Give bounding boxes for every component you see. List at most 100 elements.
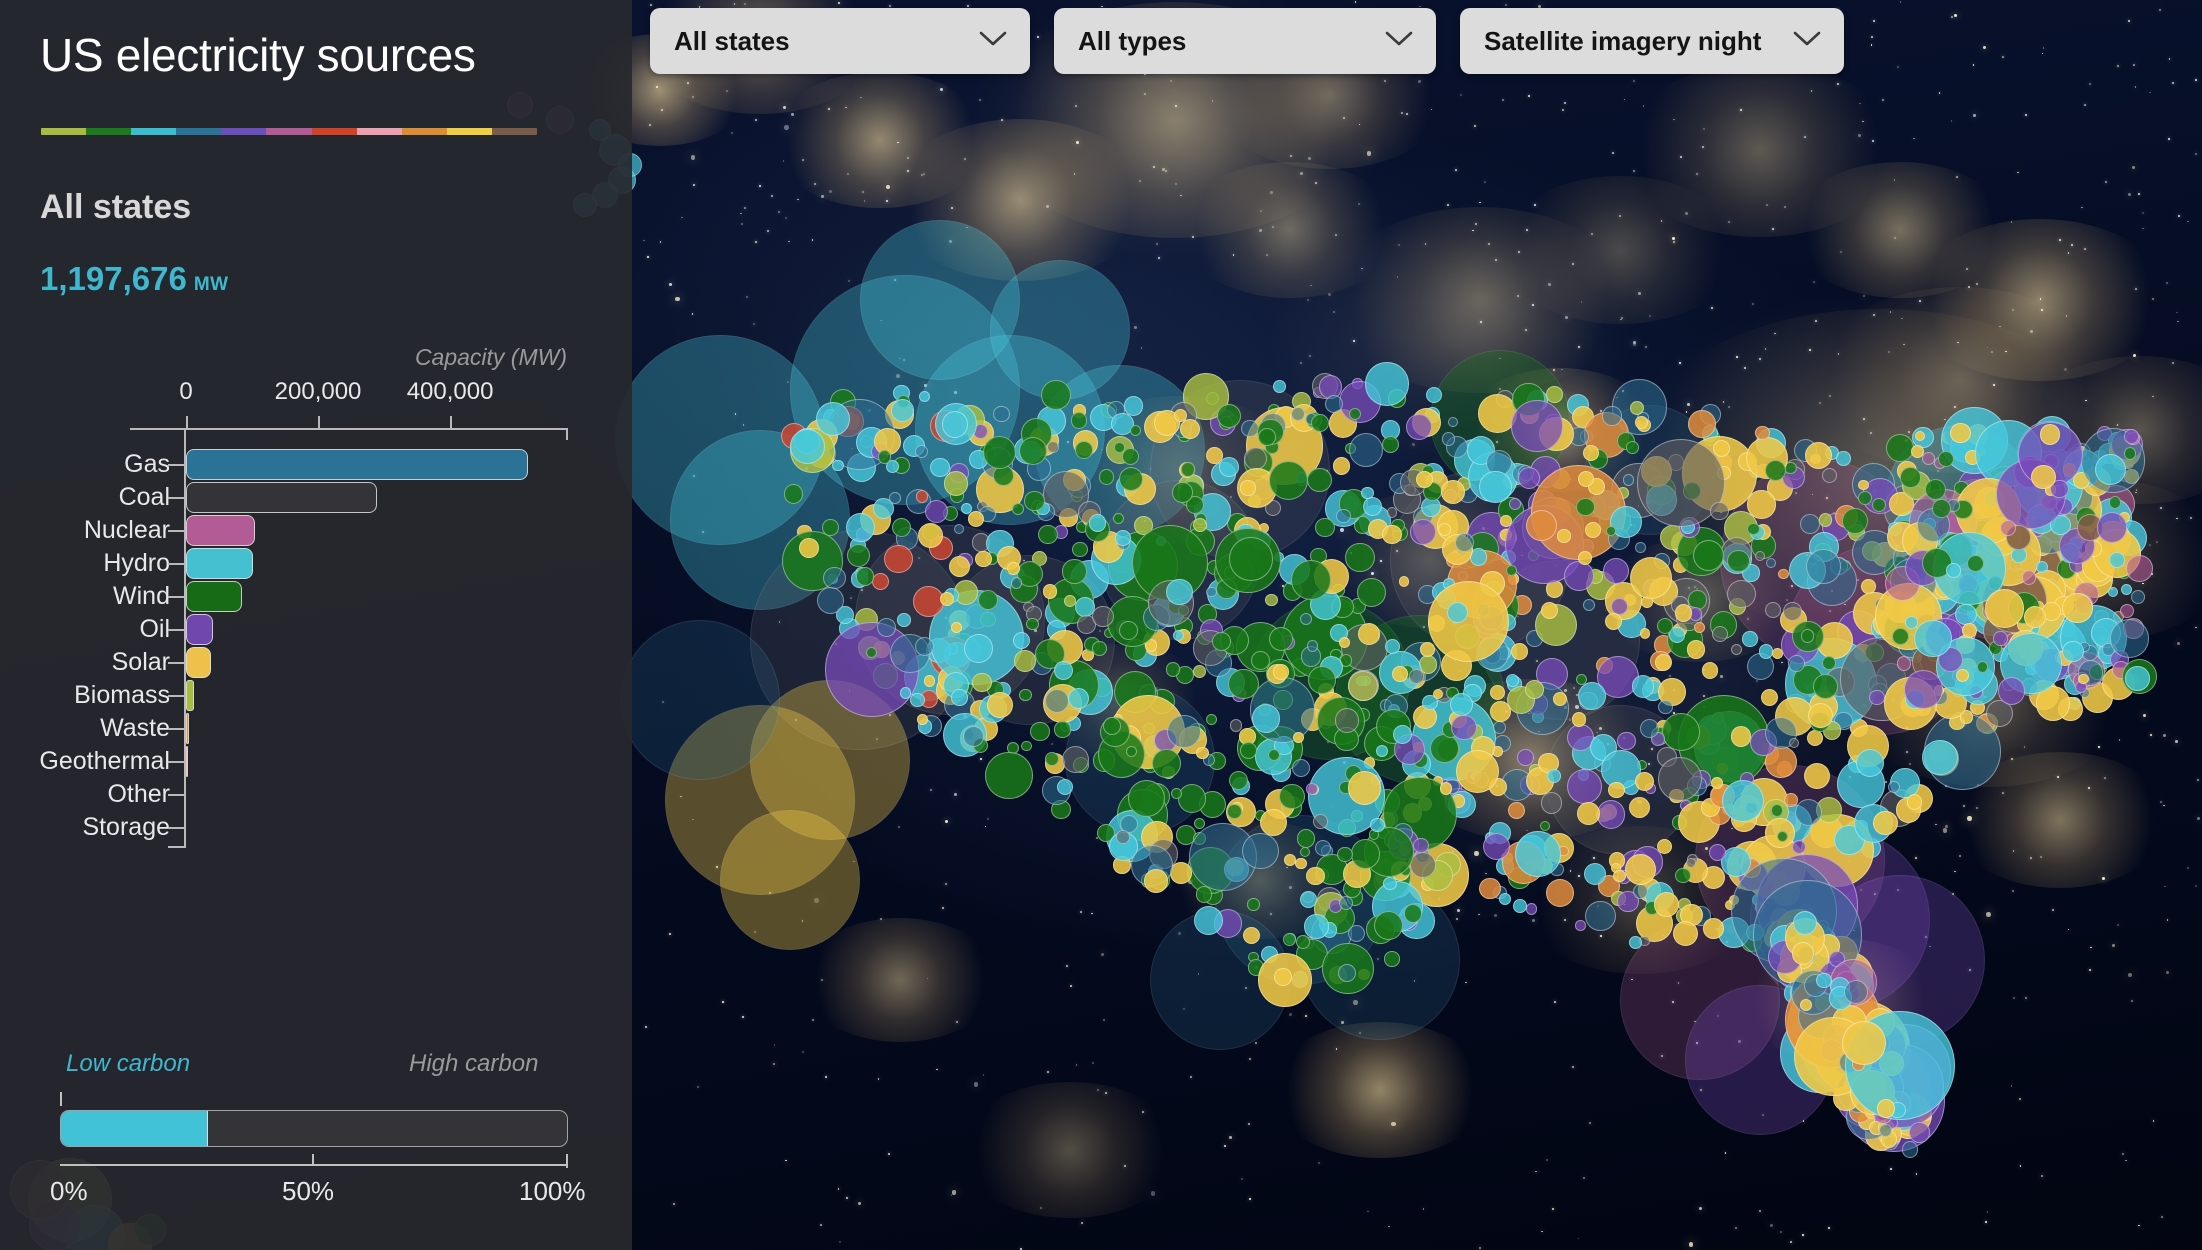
- plant-bubble-wind[interactable]: [1675, 867, 1691, 883]
- plant-bubble-oil[interactable]: [1525, 903, 1538, 915]
- plant-bubble-hydro[interactable]: [1304, 914, 1329, 939]
- plant-bubble-coal[interactable]: [1313, 813, 1329, 829]
- plant-bubble-wind[interactable]: [1308, 666, 1336, 695]
- plant-bubble-hydro[interactable]: [1123, 396, 1144, 416]
- plant-bubble-wind[interactable]: [1268, 460, 1309, 501]
- state-filter-dropdown[interactable]: All states: [650, 8, 1030, 74]
- plant-bubble-solar[interactable]: [1630, 556, 1673, 599]
- plant-bubble-oil[interactable]: [1791, 840, 1806, 855]
- plant-bubble-wind[interactable]: [855, 566, 875, 586]
- plant-bubble-wind[interactable]: [1257, 427, 1276, 446]
- plant-bubble-solar[interactable]: [1806, 729, 1824, 746]
- plant-bubble-wind[interactable]: [783, 484, 804, 504]
- plant-bubble-solar[interactable]: [1332, 457, 1351, 475]
- plant-bubble-nuclear[interactable]: [1999, 519, 2017, 537]
- plant-bubble-wind[interactable]: [1125, 745, 1137, 757]
- plant-bubble-solar[interactable]: [1761, 689, 1779, 707]
- plant-bubble-gas[interactable]: [1633, 884, 1648, 899]
- plant-bubble-hydro[interactable]: [1365, 362, 1409, 406]
- plant-bubble-coal[interactable]: [1727, 580, 1756, 609]
- plant-bubble-biomass[interactable]: [1818, 513, 1833, 527]
- plant-bubble-hydro[interactable]: [1512, 899, 1527, 914]
- plant-bubble-gas[interactable]: [1806, 549, 1841, 584]
- plant-bubble-biomass[interactable]: [1063, 594, 1076, 607]
- plant-bubble-hydro[interactable]: [1742, 631, 1758, 647]
- plant-bubble-waste[interactable]: [1479, 877, 1501, 899]
- bar-geothermal[interactable]: [186, 746, 189, 777]
- plant-bubble-wind[interactable]: [1030, 721, 1050, 742]
- plant-bubble-coal[interactable]: [1116, 830, 1130, 844]
- plant-bubble-solar[interactable]: [1557, 529, 1571, 543]
- plant-bubble-biomass[interactable]: [1193, 665, 1207, 679]
- plant-bubble-wind[interactable]: [1813, 673, 1838, 699]
- plant-bubble-gas[interactable]: [1635, 542, 1646, 553]
- plant-bubble-oil[interactable]: [1511, 400, 1563, 452]
- plant-bubble-waste[interactable]: [1687, 410, 1716, 439]
- plant-bubble-coal[interactable]: [1540, 792, 1562, 814]
- plant-bubble-wind[interactable]: [1299, 847, 1310, 858]
- plant-bubble-hydro[interactable]: [1836, 451, 1851, 466]
- plant-bubble-gas[interactable]: [1795, 798, 1823, 826]
- bar-coal[interactable]: [186, 482, 378, 513]
- plant-bubble-oil[interactable]: [1575, 920, 1586, 931]
- plant-bubble-wind[interactable]: [1349, 407, 1362, 420]
- plant-bubble-hydro[interactable]: [2109, 551, 2126, 568]
- plant-bubble-hydro[interactable]: [2094, 453, 2126, 485]
- plant-bubble-hydro[interactable]: [2061, 640, 2084, 663]
- plant-bubble-hydro[interactable]: [990, 260, 1130, 400]
- plant-bubble-hydro[interactable]: [1447, 601, 1469, 623]
- plant-bubble-solar[interactable]: [1608, 781, 1625, 799]
- plant-bubble-wind[interactable]: [1307, 467, 1333, 493]
- plant-bubble-hydro[interactable]: [1193, 905, 1223, 936]
- plant-bubble-solar[interactable]: [1382, 524, 1402, 544]
- bar-row[interactable]: Waste: [0, 712, 632, 745]
- plant-bubble-gas[interactable]: [823, 567, 846, 590]
- plant-bubble-hydro[interactable]: [1855, 748, 1884, 777]
- plant-bubble-gas[interactable]: [1622, 474, 1635, 486]
- plant-bubble-gas[interactable]: [1291, 758, 1311, 778]
- type-filter-dropdown[interactable]: All types: [1054, 8, 1436, 74]
- plant-bubble-wind[interactable]: [1227, 803, 1243, 819]
- bar-row[interactable]: Biomass: [0, 679, 632, 712]
- plant-bubble-hydro[interactable]: [1172, 630, 1184, 642]
- plant-bubble-waste[interactable]: [1507, 801, 1526, 819]
- plant-bubble-solar[interactable]: [1686, 640, 1706, 659]
- plant-bubble-gas[interactable]: [1658, 699, 1673, 715]
- plant-bubble-solar[interactable]: [1439, 782, 1453, 795]
- plant-bubble-hydro[interactable]: [1478, 470, 1512, 504]
- plant-bubble-hydro[interactable]: [1219, 457, 1239, 477]
- plant-bubble-wind[interactable]: [1211, 632, 1231, 651]
- plant-bubble-oil[interactable]: [1596, 800, 1625, 829]
- plant-bubble-solar[interactable]: [950, 621, 963, 633]
- plant-bubble-biomass[interactable]: [1524, 680, 1544, 700]
- plant-bubble-gas[interactable]: [1241, 420, 1259, 438]
- plant-bubble-solar[interactable]: [1339, 637, 1350, 649]
- plant-bubble-hydro[interactable]: [1053, 660, 1073, 680]
- plant-bubble-gas[interactable]: [1788, 655, 1805, 673]
- plant-bubble-biomass[interactable]: [972, 672, 992, 692]
- plant-bubble-gas[interactable]: [962, 725, 984, 747]
- plant-bubble-solar[interactable]: [1144, 868, 1168, 893]
- plant-bubble-solar[interactable]: [798, 537, 819, 558]
- plant-bubble-oil[interactable]: [1603, 557, 1630, 584]
- plant-bubble-coal[interactable]: [1047, 441, 1059, 453]
- bar-row[interactable]: Solar: [0, 646, 632, 679]
- plant-bubble-solar[interactable]: [1747, 490, 1776, 519]
- plant-bubble-oil[interactable]: [1508, 497, 1521, 510]
- plant-bubble-solar[interactable]: [2023, 605, 2046, 628]
- plant-bubble-wind[interactable]: [1128, 779, 1166, 817]
- plant-bubble-wind[interactable]: [1024, 490, 1045, 512]
- plant-bubble-wind[interactable]: [1072, 541, 1088, 558]
- plant-bubble-gas[interactable]: [1887, 781, 1900, 794]
- plant-bubble-solar[interactable]: [2078, 673, 2089, 685]
- plant-bubble-oil[interactable]: [2096, 512, 2128, 544]
- plant-bubble-oil[interactable]: [1566, 768, 1602, 804]
- plant-bubble-gas[interactable]: [1347, 924, 1365, 942]
- plant-bubble-solar[interactable]: [2039, 423, 2061, 445]
- plant-bubble-oil[interactable]: [1616, 731, 1636, 751]
- bar-row[interactable]: Nuclear: [0, 514, 632, 547]
- plant-bubble-solar[interactable]: [1911, 444, 1924, 458]
- plant-bubble-solar[interactable]: [1437, 522, 1451, 536]
- plant-bubble-hydro[interactable]: [1905, 616, 1918, 629]
- plant-bubble-wind[interactable]: [1228, 668, 1259, 700]
